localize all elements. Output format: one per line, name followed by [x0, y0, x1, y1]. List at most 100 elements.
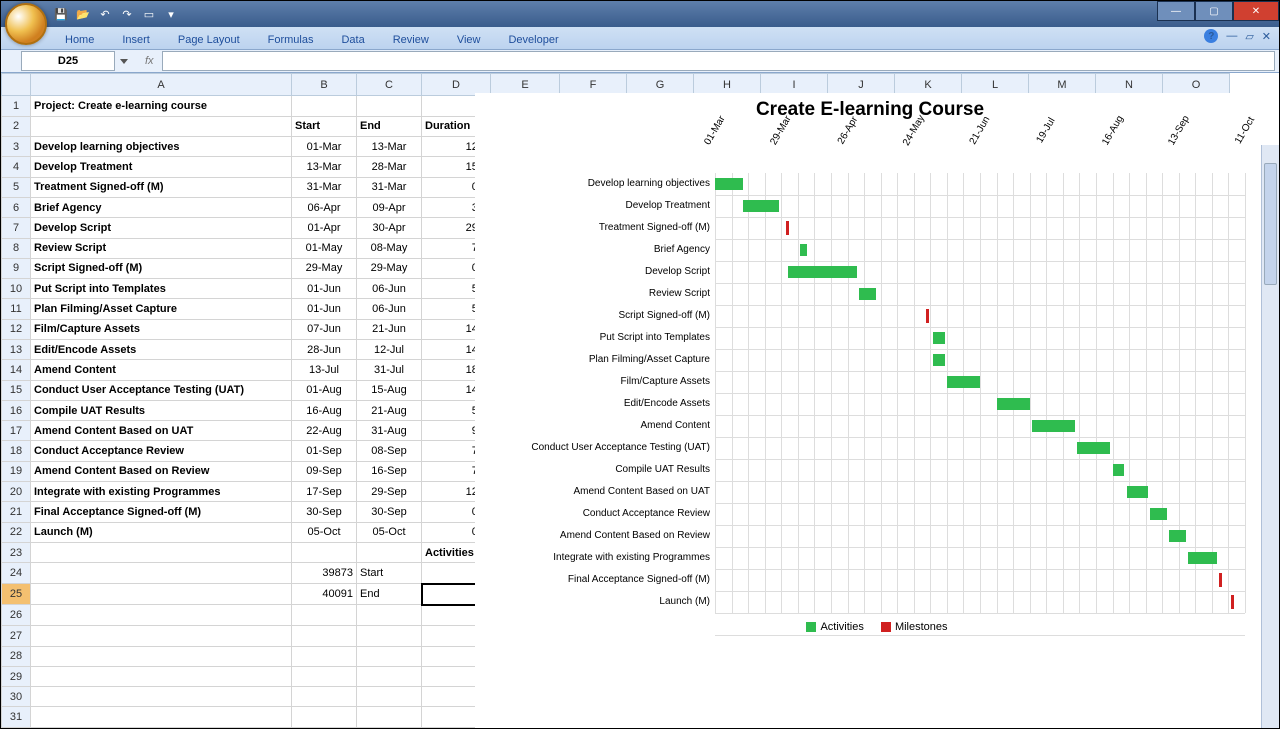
ribbon-minimize-icon[interactable]: —: [1226, 30, 1237, 42]
cell-B27[interactable]: [292, 626, 357, 646]
close-button[interactable]: ✕: [1233, 1, 1279, 21]
cell-C30[interactable]: [357, 687, 422, 707]
cell-C26[interactable]: [357, 605, 422, 626]
cell-B29[interactable]: [292, 666, 357, 686]
col-header-A[interactable]: A: [31, 74, 292, 96]
row-header-16[interactable]: 16: [2, 400, 31, 420]
help-icon[interactable]: ?: [1204, 29, 1218, 43]
formula-input[interactable]: [162, 51, 1275, 71]
tab-review[interactable]: Review: [379, 31, 443, 49]
cell-C24[interactable]: Start: [357, 563, 422, 584]
cell-A23[interactable]: [31, 542, 292, 562]
cell-B26[interactable]: [292, 605, 357, 626]
col-header-C[interactable]: C: [357, 74, 422, 96]
cell-A15[interactable]: Conduct User Acceptance Testing (UAT): [31, 380, 292, 400]
cell-C11[interactable]: 06-Jun: [357, 299, 422, 319]
cell-A29[interactable]: [31, 666, 292, 686]
cell-C29[interactable]: [357, 666, 422, 686]
cell-C10[interactable]: 06-Jun: [357, 279, 422, 299]
cell-A10[interactable]: Put Script into Templates: [31, 279, 292, 299]
cell-C6[interactable]: 09-Apr: [357, 197, 422, 217]
cell-C15[interactable]: 15-Aug: [357, 380, 422, 400]
tab-view[interactable]: View: [443, 31, 495, 49]
cell-C20[interactable]: 29-Sep: [357, 482, 422, 502]
row-header-18[interactable]: 18: [2, 441, 31, 461]
cell-C28[interactable]: [357, 646, 422, 666]
cell-A27[interactable]: [31, 626, 292, 646]
cell-B24[interactable]: 39873: [292, 563, 357, 584]
cell-C1[interactable]: [357, 96, 422, 116]
row-header-3[interactable]: 3: [2, 137, 31, 157]
cell-C8[interactable]: 08-May: [357, 238, 422, 258]
row-header-22[interactable]: 22: [2, 522, 31, 542]
row-header-28[interactable]: 28: [2, 646, 31, 666]
row-header-15[interactable]: 15: [2, 380, 31, 400]
cell-A31[interactable]: [31, 707, 292, 728]
cell-B6[interactable]: 06-Apr: [292, 197, 357, 217]
row-header-5[interactable]: 5: [2, 177, 31, 197]
row-header-1[interactable]: 1: [2, 96, 31, 116]
workbook-restore-icon[interactable]: ▱: [1245, 30, 1253, 43]
row-header-4[interactable]: 4: [2, 157, 31, 177]
cell-A2[interactable]: [31, 116, 292, 136]
cell-C18[interactable]: 08-Sep: [357, 441, 422, 461]
cell-C23[interactable]: [357, 542, 422, 562]
cell-A12[interactable]: Film/Capture Assets: [31, 319, 292, 339]
vertical-scrollbar[interactable]: [1261, 145, 1279, 728]
cell-B8[interactable]: 01-May: [292, 238, 357, 258]
row-header-27[interactable]: 27: [2, 626, 31, 646]
row-header-25[interactable]: 25: [2, 584, 31, 605]
cell-C7[interactable]: 30-Apr: [357, 218, 422, 238]
row-header-21[interactable]: 21: [2, 502, 31, 522]
qat-more-icon[interactable]: ▾: [163, 6, 179, 22]
cell-B17[interactable]: 22-Aug: [292, 421, 357, 441]
cell-B28[interactable]: [292, 646, 357, 666]
cell-A6[interactable]: Brief Agency: [31, 197, 292, 217]
cell-B13[interactable]: 28-Jun: [292, 340, 357, 360]
cell-B16[interactable]: 16-Aug: [292, 400, 357, 420]
cell-A3[interactable]: Develop learning objectives: [31, 137, 292, 157]
cell-B20[interactable]: 17-Sep: [292, 482, 357, 502]
cell-A7[interactable]: Develop Script: [31, 218, 292, 238]
cell-C31[interactable]: [357, 707, 422, 728]
cell-A17[interactable]: Amend Content Based on UAT: [31, 421, 292, 441]
minimize-button[interactable]: —: [1157, 1, 1195, 21]
save-icon[interactable]: 💾: [53, 6, 69, 22]
cell-A9[interactable]: Script Signed-off (M): [31, 258, 292, 278]
scrollbar-thumb[interactable]: [1264, 163, 1277, 285]
cell-B23[interactable]: [292, 542, 357, 562]
workbook-close-icon[interactable]: ✕: [1262, 30, 1271, 43]
cell-B18[interactable]: 01-Sep: [292, 441, 357, 461]
new-icon[interactable]: ▭: [141, 6, 157, 22]
cell-B4[interactable]: 13-Mar: [292, 157, 357, 177]
row-header-7[interactable]: 7: [2, 218, 31, 238]
open-icon[interactable]: 📂: [75, 6, 91, 22]
row-header-6[interactable]: 6: [2, 197, 31, 217]
cell-B31[interactable]: [292, 707, 357, 728]
cell-A28[interactable]: [31, 646, 292, 666]
gantt-chart[interactable]: Create E-learning Course 01-Mar29-Mar26-…: [475, 93, 1265, 728]
cell-C12[interactable]: 21-Jun: [357, 319, 422, 339]
cell-A8[interactable]: Review Script: [31, 238, 292, 258]
name-box[interactable]: D25: [21, 51, 115, 71]
cell-C14[interactable]: 31-Jul: [357, 360, 422, 380]
cell-C19[interactable]: 16-Sep: [357, 461, 422, 481]
row-header-24[interactable]: 24: [2, 563, 31, 584]
cell-B22[interactable]: 05-Oct: [292, 522, 357, 542]
tab-formulas[interactable]: Formulas: [254, 31, 328, 49]
cell-B19[interactable]: 09-Sep: [292, 461, 357, 481]
cell-A18[interactable]: Conduct Acceptance Review: [31, 441, 292, 461]
cell-A24[interactable]: [31, 563, 292, 584]
cell-A20[interactable]: Integrate with existing Programmes: [31, 482, 292, 502]
select-all-corner[interactable]: [2, 74, 31, 96]
maximize-button[interactable]: ▢: [1195, 1, 1233, 21]
cell-A21[interactable]: Final Acceptance Signed-off (M): [31, 502, 292, 522]
cell-A4[interactable]: Develop Treatment: [31, 157, 292, 177]
cell-B3[interactable]: 01-Mar: [292, 137, 357, 157]
cell-C17[interactable]: 31-Aug: [357, 421, 422, 441]
cell-A1[interactable]: Project: Create e-learning course: [31, 96, 292, 116]
row-header-9[interactable]: 9: [2, 258, 31, 278]
cell-A14[interactable]: Amend Content: [31, 360, 292, 380]
row-header-12[interactable]: 12: [2, 319, 31, 339]
cell-C22[interactable]: 05-Oct: [357, 522, 422, 542]
